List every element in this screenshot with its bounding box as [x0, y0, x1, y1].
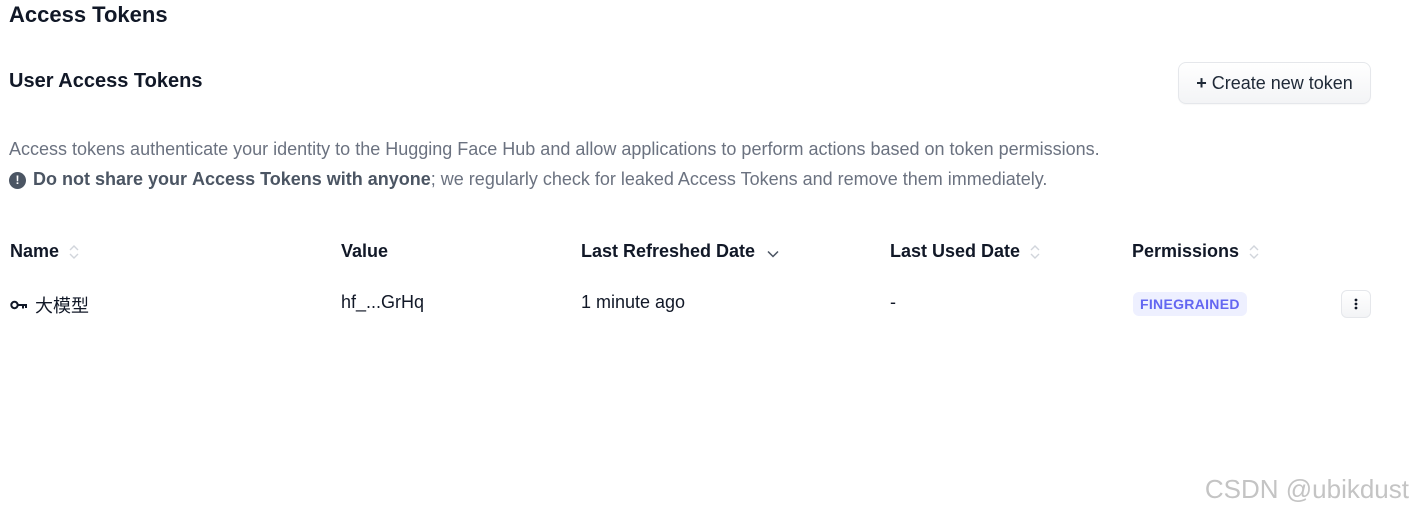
sort-unsorted-icon	[1030, 244, 1040, 260]
token-name-cell[interactable]: 大模型	[10, 292, 89, 318]
token-last-used: -	[890, 292, 896, 312]
access-tokens-page: Access Tokens User Access Tokens + Creat…	[0, 0, 1413, 515]
watermark: CSDN @ubikdust	[1204, 474, 1409, 504]
create-new-token-button[interactable]: + Create new token	[1178, 62, 1371, 104]
column-header-permissions[interactable]: Permissions	[1132, 241, 1259, 262]
warning-bold-emphasis: Access Tokens	[192, 169, 322, 189]
column-header-name-label: Name	[10, 241, 60, 261]
column-header-last-used[interactable]: Last Used Date	[890, 241, 1040, 262]
token-last-refreshed: 1 minute ago	[581, 292, 686, 312]
page-title: Access Tokens	[9, 2, 168, 27]
token-name: 大模型	[35, 296, 89, 317]
column-header-value: Value	[341, 241, 388, 262]
alert-circle-icon: !	[9, 171, 26, 189]
column-header-last-used-label: Last Used Date	[890, 241, 1021, 261]
warning-rest: ; we regularly check for leaked Access T…	[430, 169, 1048, 189]
more-vertical-icon	[1354, 298, 1358, 310]
key-icon	[10, 300, 28, 310]
token-actions-menu-button[interactable]	[1341, 290, 1371, 318]
sort-descending-icon	[767, 250, 779, 258]
create-new-token-label: Create new token	[1211, 72, 1353, 93]
column-header-name[interactable]: Name	[10, 241, 79, 262]
column-header-last-refreshed-label: Last Refreshed Date	[581, 241, 756, 261]
column-header-value-label: Value	[341, 241, 389, 261]
sort-unsorted-icon	[1249, 244, 1259, 260]
leak-warning: ! Do not share your Access Tokens with a…	[9, 169, 1047, 190]
section-title: User Access Tokens	[9, 70, 203, 92]
plus-icon: +	[1196, 72, 1207, 93]
sort-unsorted-icon	[69, 244, 79, 260]
column-header-permissions-label: Permissions	[1132, 241, 1240, 261]
permission-badge: FINEGRAINED	[1133, 292, 1247, 316]
token-value: hf_...GrHq	[341, 292, 425, 312]
column-header-last-refreshed[interactable]: Last Refreshed Date	[581, 241, 779, 262]
tokens-description: Access tokens authenticate your identity…	[9, 139, 1100, 159]
warning-bold-start: Do not share your	[33, 169, 188, 189]
warning-bold-tail: with anyone	[326, 169, 431, 189]
